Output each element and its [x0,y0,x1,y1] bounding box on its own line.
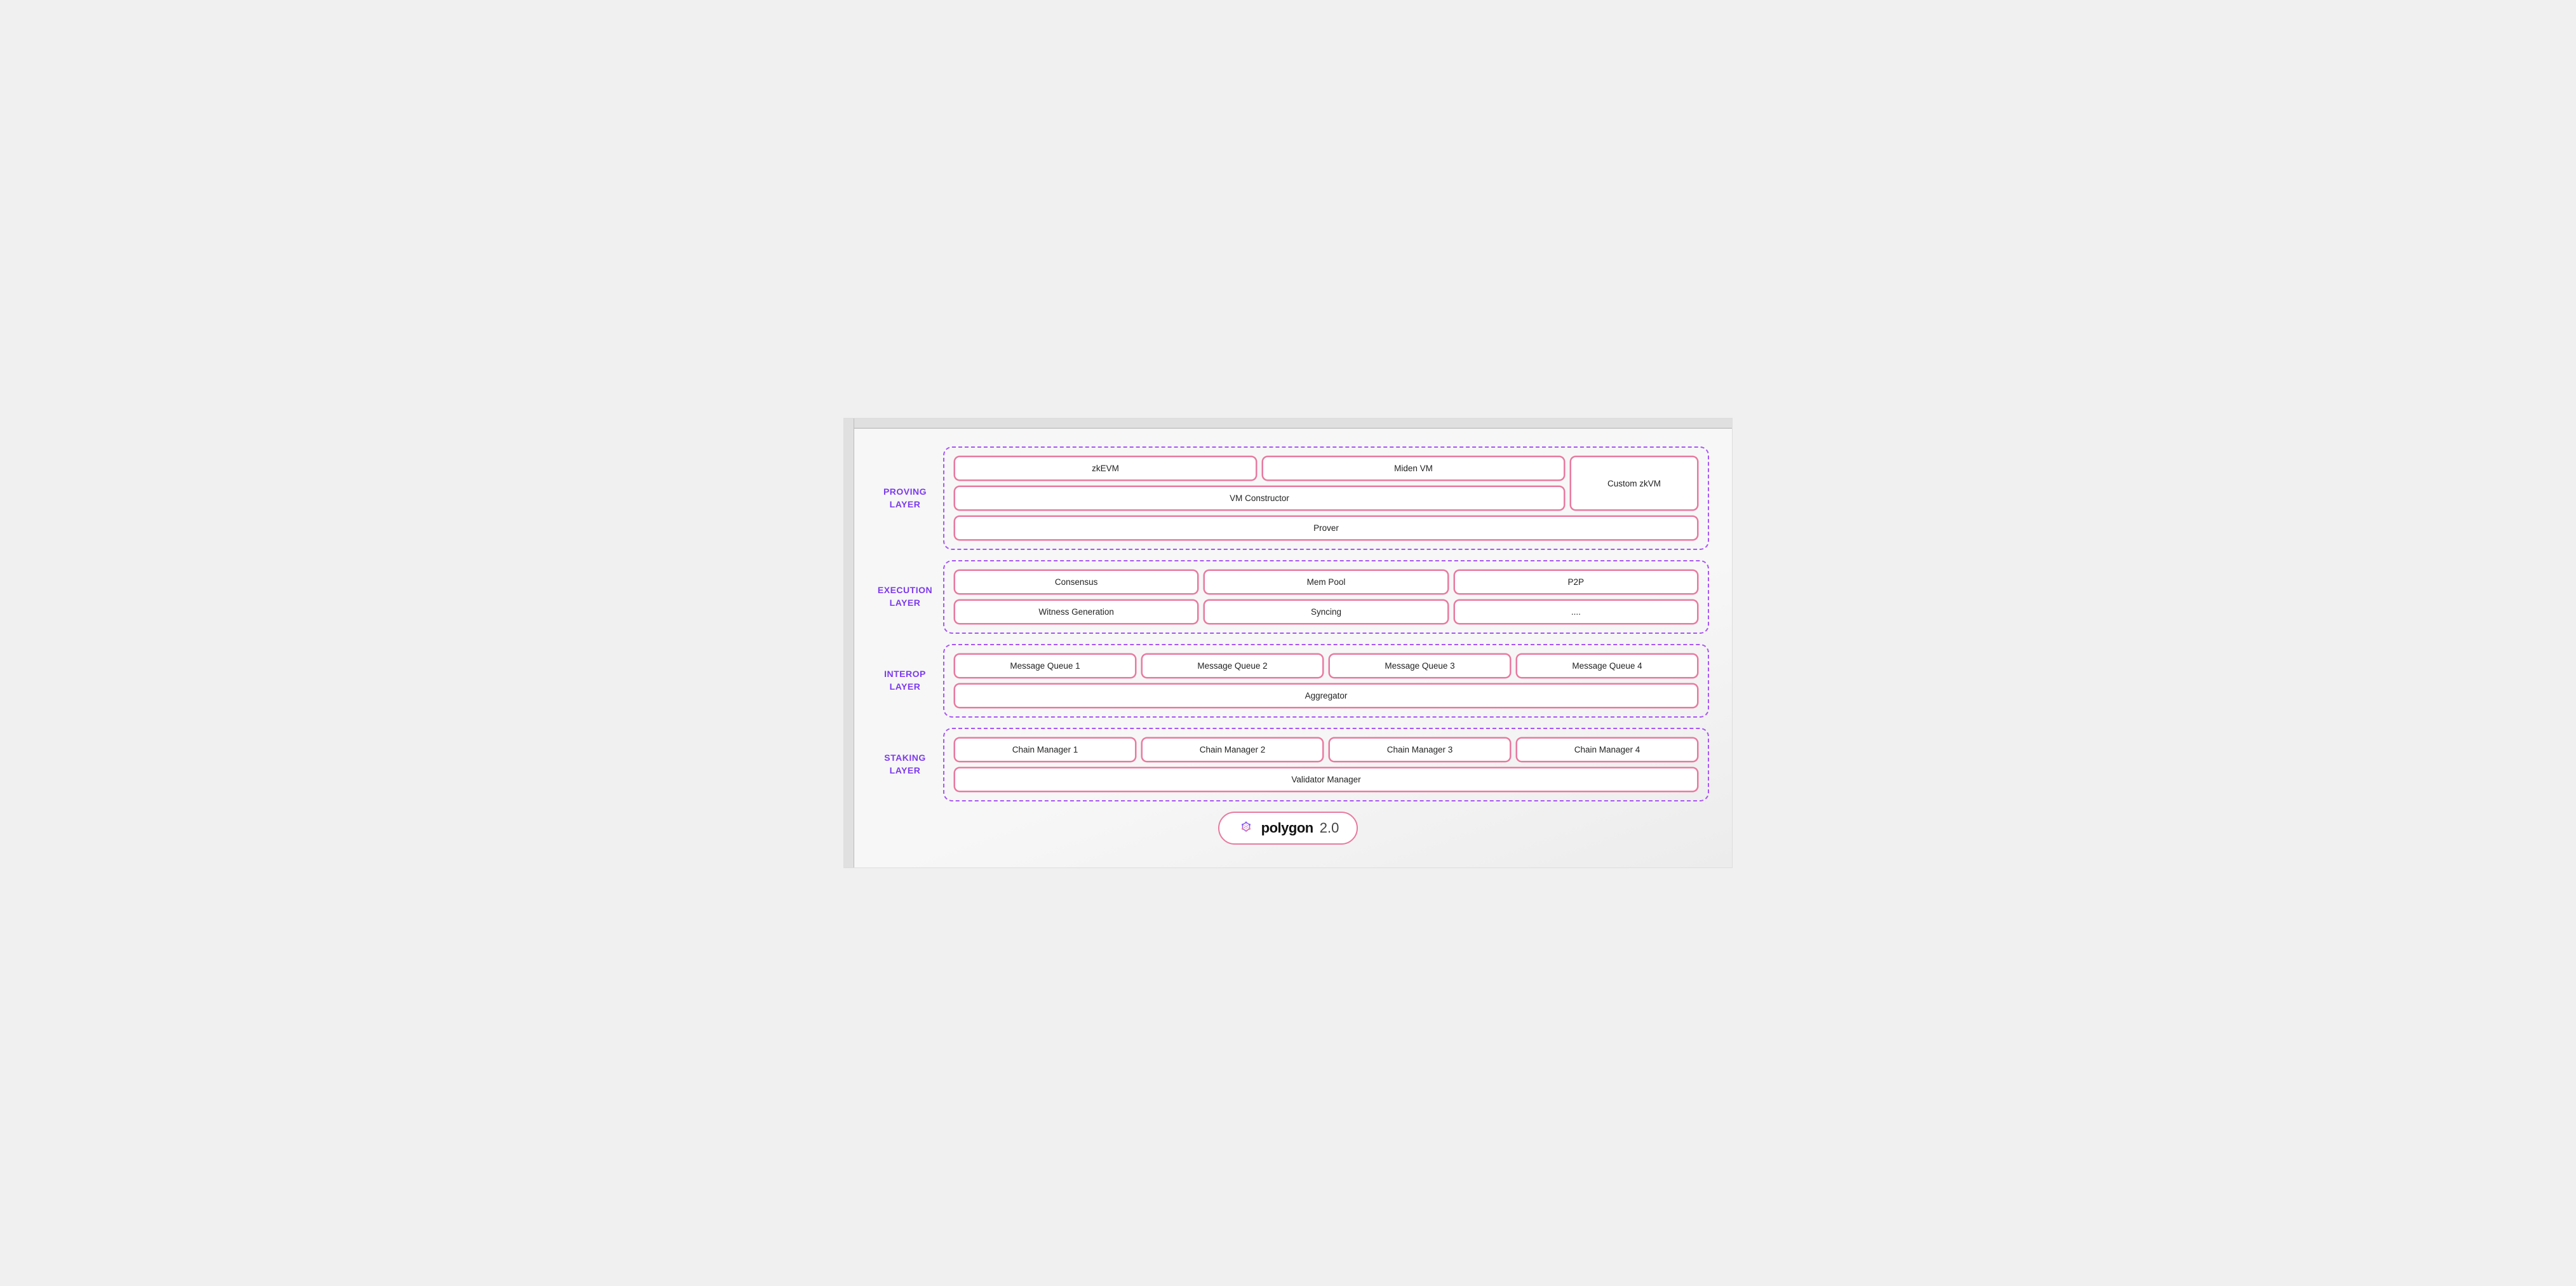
layer-label-execution: EXECUTIONLAYER [867,584,943,609]
component-box: zkEVM [955,457,1256,480]
layer-row-interop: INTEROPLAYERMessage Queue 1Message Queue… [867,644,1709,718]
component-box: .... [1454,600,1698,624]
polygon-brand-text: polygon [1261,820,1313,836]
component-box: Chain Manager 2 [1142,738,1323,761]
layer-row-proving: PROVINGLAYER zkEVM Miden VM VM Constructor C… [867,446,1709,550]
ruler-top [844,419,1732,429]
polygon-logo-icon [1237,819,1255,837]
component-box: Chain Manager 3 [1329,738,1510,761]
component-box: VM Constructor [955,486,1564,510]
component-box: Aggregator [955,684,1698,707]
component-box: Prover [955,516,1698,540]
layer-box-staking: Chain Manager 1 Chain Manager 2 Chain Mana… [943,728,1709,801]
component-box: Consensus [955,570,1198,594]
component-box: Message Queue 3 [1329,654,1510,678]
component-box: Syncing [1204,600,1447,624]
diagram-container: PROVINGLAYER zkEVM Miden VM VM Constructor C… [867,446,1709,801]
polygon-version-text: 2.0 [1320,820,1339,836]
layer-label-staking: STAKINGLAYER [867,752,943,777]
layer-row-staking: STAKINGLAYERChain Manager 1Chain Manager… [867,728,1709,801]
component-box: Validator Manager [955,768,1698,791]
component-box: Chain Manager 1 [955,738,1136,761]
layer-box-proving: zkEVM Miden VM VM Constructor Custom zkVM Pr… [943,446,1709,550]
component-box: Mem Pool [1204,570,1447,594]
component-box: Chain Manager 4 [1517,738,1698,761]
component-box: Custom zkVM [1571,457,1698,510]
component-box: Message Queue 1 [955,654,1136,678]
layer-label-interop: INTEROPLAYER [867,668,943,693]
layer-row-execution: EXECUTIONLAYER ConsensusMem Pool P2P Witnes… [867,560,1709,634]
layer-box-execution: ConsensusMem Pool P2P Witness GenerationSy… [943,560,1709,634]
polygon-badge: polygon 2.0 [1218,812,1358,845]
component-box: Message Queue 4 [1517,654,1698,678]
component-box: Message Queue 2 [1142,654,1323,678]
layer-box-interop: Message Queue 1Message Queue 2Message Qu… [943,644,1709,718]
component-box: P2P [1454,570,1698,594]
component-box: Witness Generation [955,600,1198,624]
polygon-footer: polygon 2.0 [867,812,1709,845]
layer-label-proving: PROVINGLAYER [867,486,943,511]
component-box: Miden VM [1263,457,1564,480]
ruler-left [844,419,854,867]
